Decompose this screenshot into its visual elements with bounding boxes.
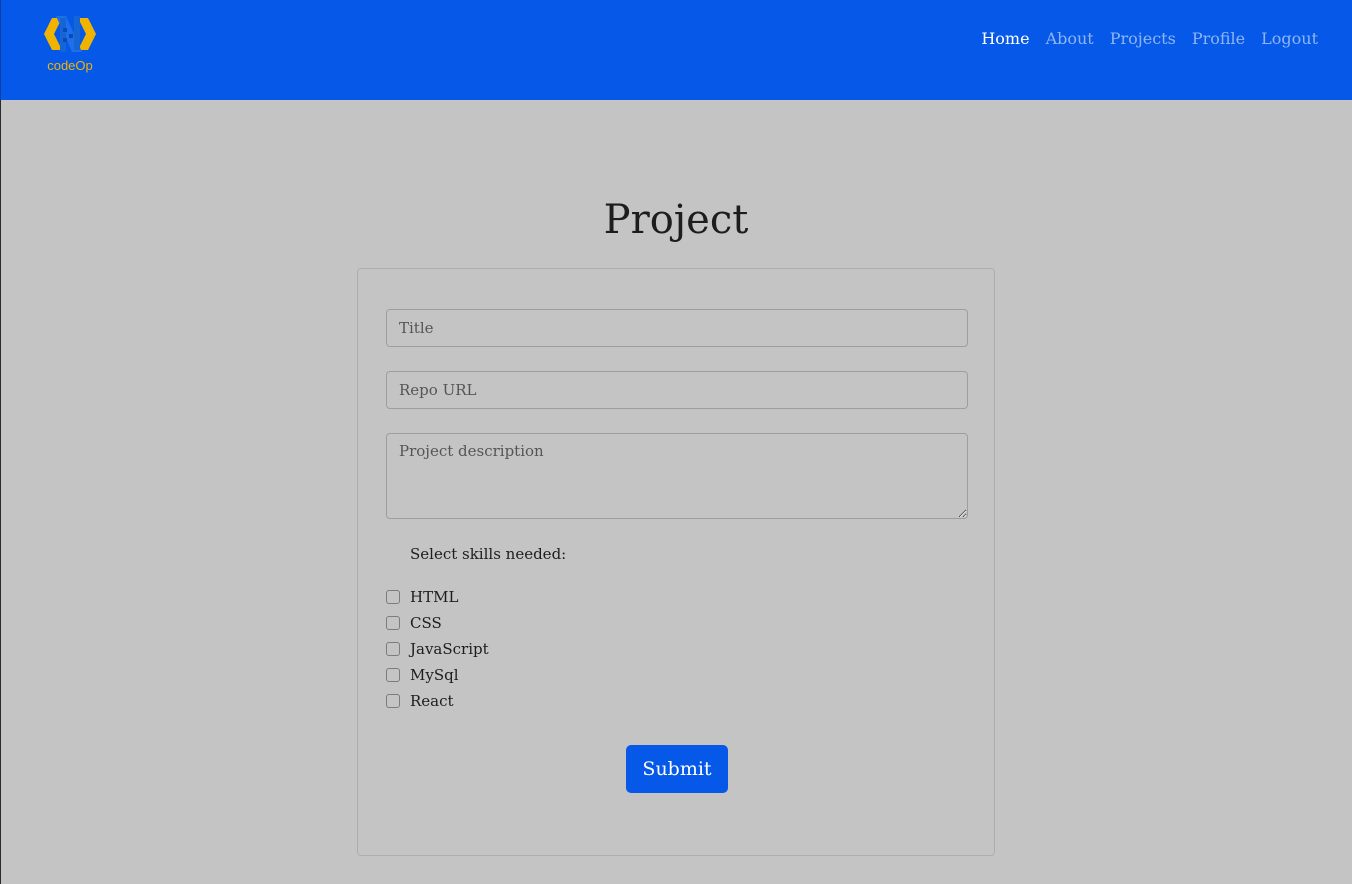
checkbox-icon[interactable] [386,694,400,708]
repo-url-input[interactable] [386,371,968,409]
skills-label: Select skills needed: [410,545,567,563]
checkbox-icon[interactable] [386,642,400,656]
page-title: Project [603,197,749,243]
project-description-textarea[interactable] [386,433,968,519]
skill-label: React [410,692,454,710]
checkbox-icon[interactable] [386,668,400,682]
title-input[interactable] [386,309,968,347]
project-form-card: Select skills needed: HTML CSS JavaScrip… [357,268,995,856]
checkbox-icon[interactable] [386,616,400,630]
submit-button[interactable]: Submit [626,745,728,793]
nav-projects-link[interactable]: Projects [1110,28,1176,50]
nav-about-link[interactable]: About [1046,28,1094,50]
nav-links: Home About Projects Profile Logout [981,28,1318,50]
nav-home-link[interactable]: Home [981,28,1029,50]
skill-label: JavaScript [410,640,489,658]
nav-profile-link[interactable]: Profile [1192,28,1245,50]
checkbox-icon[interactable] [386,590,400,604]
skill-checkbox-mysql[interactable]: MySql [386,665,459,685]
nav-logout-link[interactable]: Logout [1261,28,1318,50]
codeop-logo-icon[interactable]: codeOp [36,8,104,76]
skill-checkbox-javascript[interactable]: JavaScript [386,639,489,659]
skill-checkbox-html[interactable]: HTML [386,587,458,607]
navbar: codeOp Home About Projects Profile Logou… [0,0,1352,100]
brand-name: codeOp [47,58,93,73]
skill-label: MySql [410,666,459,684]
skill-label: CSS [410,614,442,632]
skill-checkbox-react[interactable]: React [386,691,454,711]
skill-label: HTML [410,588,459,606]
skill-checkbox-css[interactable]: CSS [386,613,442,633]
